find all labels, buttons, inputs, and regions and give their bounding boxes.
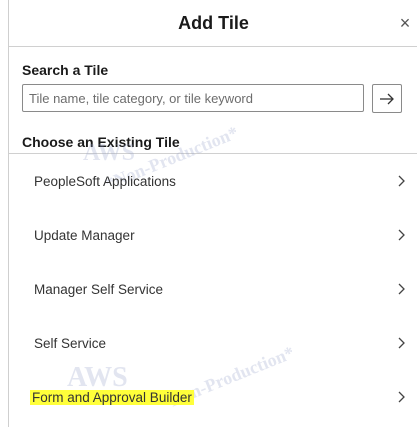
list-item[interactable]: PeopleSoft Applications	[9, 154, 417, 208]
close-icon[interactable]: ×	[394, 12, 416, 34]
list-item[interactable]: Form and Approval Builder	[9, 370, 417, 424]
add-tile-dialog: Add Tile × Search a Tile Choose an Exist…	[8, 0, 417, 427]
list-item[interactable]: Manager Self Service	[9, 262, 417, 316]
search-label: Search a Tile	[22, 62, 109, 78]
choose-existing-label: Choose an Existing Tile	[22, 134, 180, 150]
list-item[interactable]: Update Manager	[9, 208, 417, 262]
arrow-right-icon	[380, 93, 394, 104]
chevron-right-icon	[398, 175, 405, 187]
search-go-button[interactable]	[372, 84, 402, 113]
chevron-right-icon	[398, 337, 405, 349]
list-item-label: Self Service	[34, 335, 107, 351]
list-item-label: PeopleSoft Applications	[34, 173, 176, 189]
list-item-label: Update Manager	[34, 227, 135, 243]
list-item[interactable]: Self Service	[9, 316, 417, 370]
dialog-title: Add Tile	[178, 12, 249, 33]
search-input[interactable]	[22, 84, 364, 112]
dialog-header: Add Tile ×	[9, 0, 417, 47]
chevron-right-icon	[398, 229, 405, 241]
tile-list: PeopleSoft Applications Update Manager M…	[9, 154, 417, 424]
list-item-label: Manager Self Service	[34, 281, 164, 297]
list-item-label: Form and Approval Builder	[30, 389, 194, 405]
chevron-right-icon	[398, 391, 405, 403]
chevron-right-icon	[398, 283, 405, 295]
